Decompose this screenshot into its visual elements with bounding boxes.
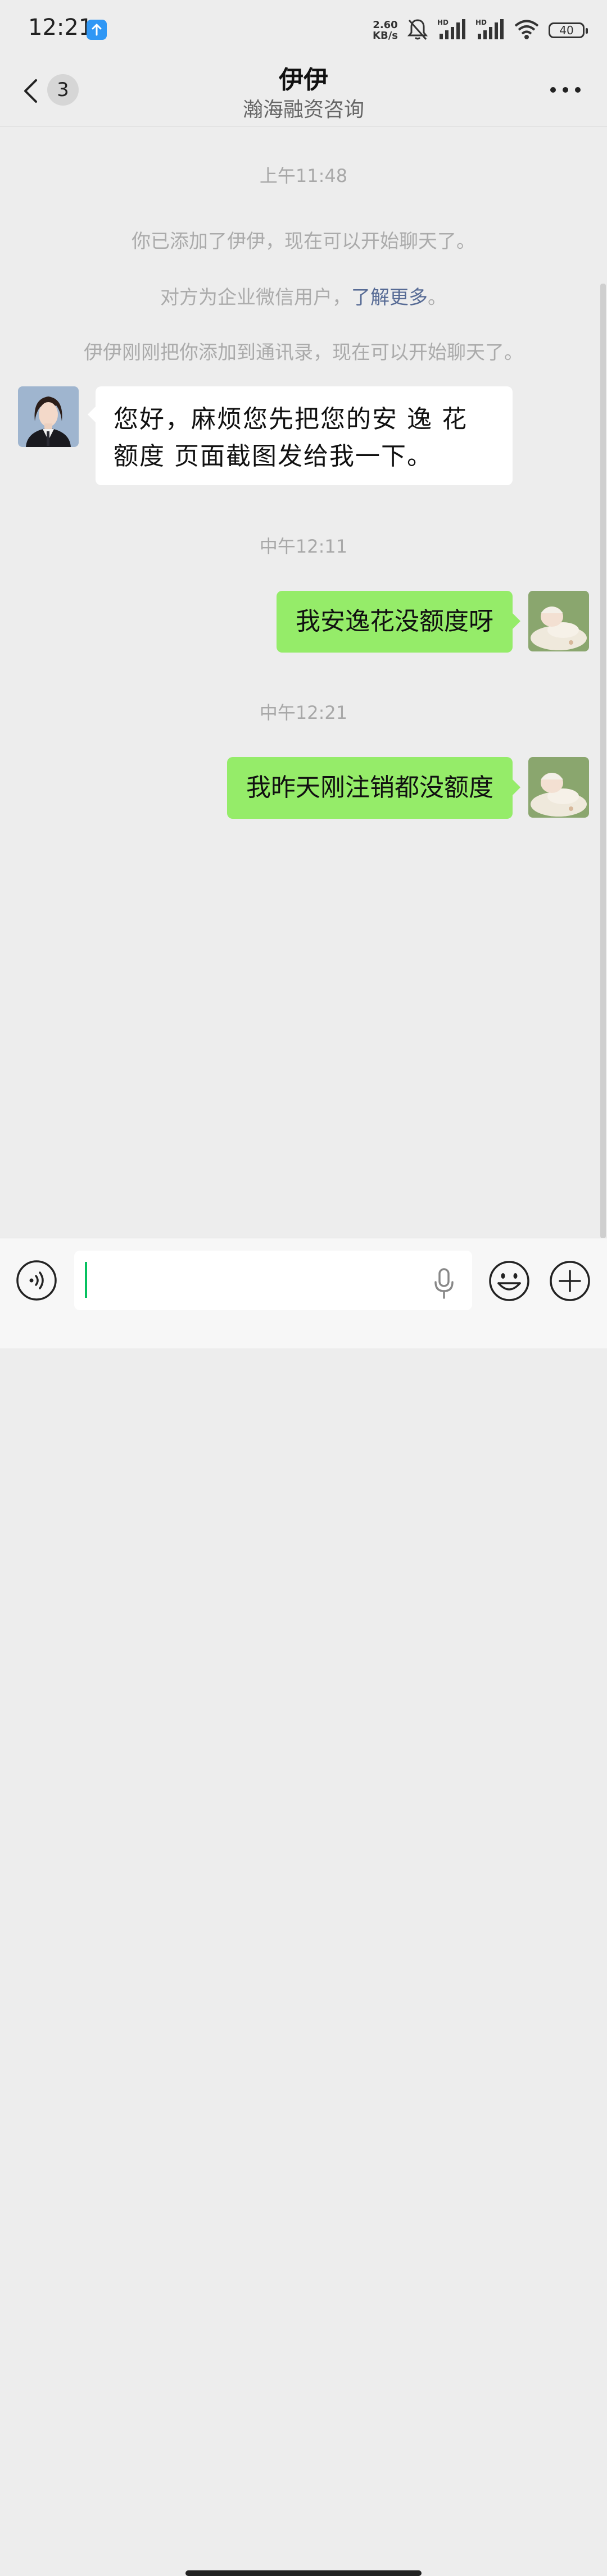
emoji-button[interactable]	[488, 1260, 531, 1302]
voice-mode-button[interactable]	[16, 1260, 57, 1301]
outgoing-message-bubble[interactable]: 我昨天刚注销都没额度	[227, 757, 520, 819]
system-message-text: 。	[428, 286, 447, 309]
chat-title: 伊伊	[279, 66, 328, 94]
system-message: 你已添加了伊伊，现在可以开始聊天了。	[132, 230, 475, 253]
signal-hd-icon: HD	[437, 18, 466, 43]
text-caret	[85, 1262, 87, 1298]
timestamp: 中午12:21	[259, 702, 348, 723]
arrow-up-icon	[87, 20, 107, 40]
outgoing-message-bubble[interactable]: 我安逸花没额度呀	[277, 591, 520, 653]
battery-icon: 40	[549, 22, 588, 38]
signal-hd-icon: HD	[475, 18, 505, 43]
header-divider	[0, 126, 607, 127]
incoming-message-bubble[interactable]: 您好，麻烦您先把您的安 逸 花 额度 页面截图发给我一下。	[88, 386, 513, 485]
home-indicator	[185, 2570, 422, 2576]
bell-muted-icon	[407, 18, 428, 43]
network-speed: 2.60 KB/s	[373, 20, 398, 41]
network-speed-value: 2.60	[373, 19, 398, 31]
network-speed-unit: KB/s	[373, 30, 398, 42]
contact-avatar[interactable]	[18, 386, 79, 447]
status-time: 12:21	[28, 15, 93, 40]
more-dots-icon	[550, 87, 581, 103]
scrollbar[interactable]	[600, 284, 606, 1238]
microphone-icon	[433, 1268, 455, 1302]
system-message: 对方为企业微信用户，了解更多。	[0, 282, 607, 309]
plus-circle-icon	[549, 1261, 591, 1305]
emoji-smile-icon	[488, 1261, 531, 1305]
system-message: 伊伊刚刚把你添加到通讯录，现在可以开始聊天了。	[84, 341, 523, 364]
system-message-text: 对方为企业微信用户，	[160, 286, 351, 309]
learn-more-link[interactable]: 了解更多	[351, 286, 428, 309]
more-button[interactable]	[550, 79, 581, 101]
timestamp: 上午11:48	[259, 165, 348, 186]
status-bar: 12:21 2.60 KB/s HD HD 40	[0, 0, 607, 56]
svg-text:HD: HD	[475, 19, 487, 26]
svg-text:HD: HD	[437, 19, 449, 26]
input-bar	[0, 1238, 607, 2576]
user-avatar[interactable]	[528, 757, 589, 818]
message-input[interactable]	[74, 1251, 472, 1310]
chat-subtitle: 瀚海融资咨询	[242, 98, 364, 121]
user-avatar[interactable]	[528, 591, 589, 651]
voice-wave-icon	[16, 1260, 57, 1303]
chat-header: 3 伊伊 瀚海融资咨询	[0, 56, 607, 126]
timestamp: 中午12:11	[259, 536, 348, 557]
status-icons: 2.60 KB/s HD HD 40	[373, 17, 588, 44]
wifi-icon	[514, 19, 540, 42]
microphone-button[interactable]	[433, 1268, 455, 1300]
more-functions-button[interactable]	[549, 1260, 591, 1302]
